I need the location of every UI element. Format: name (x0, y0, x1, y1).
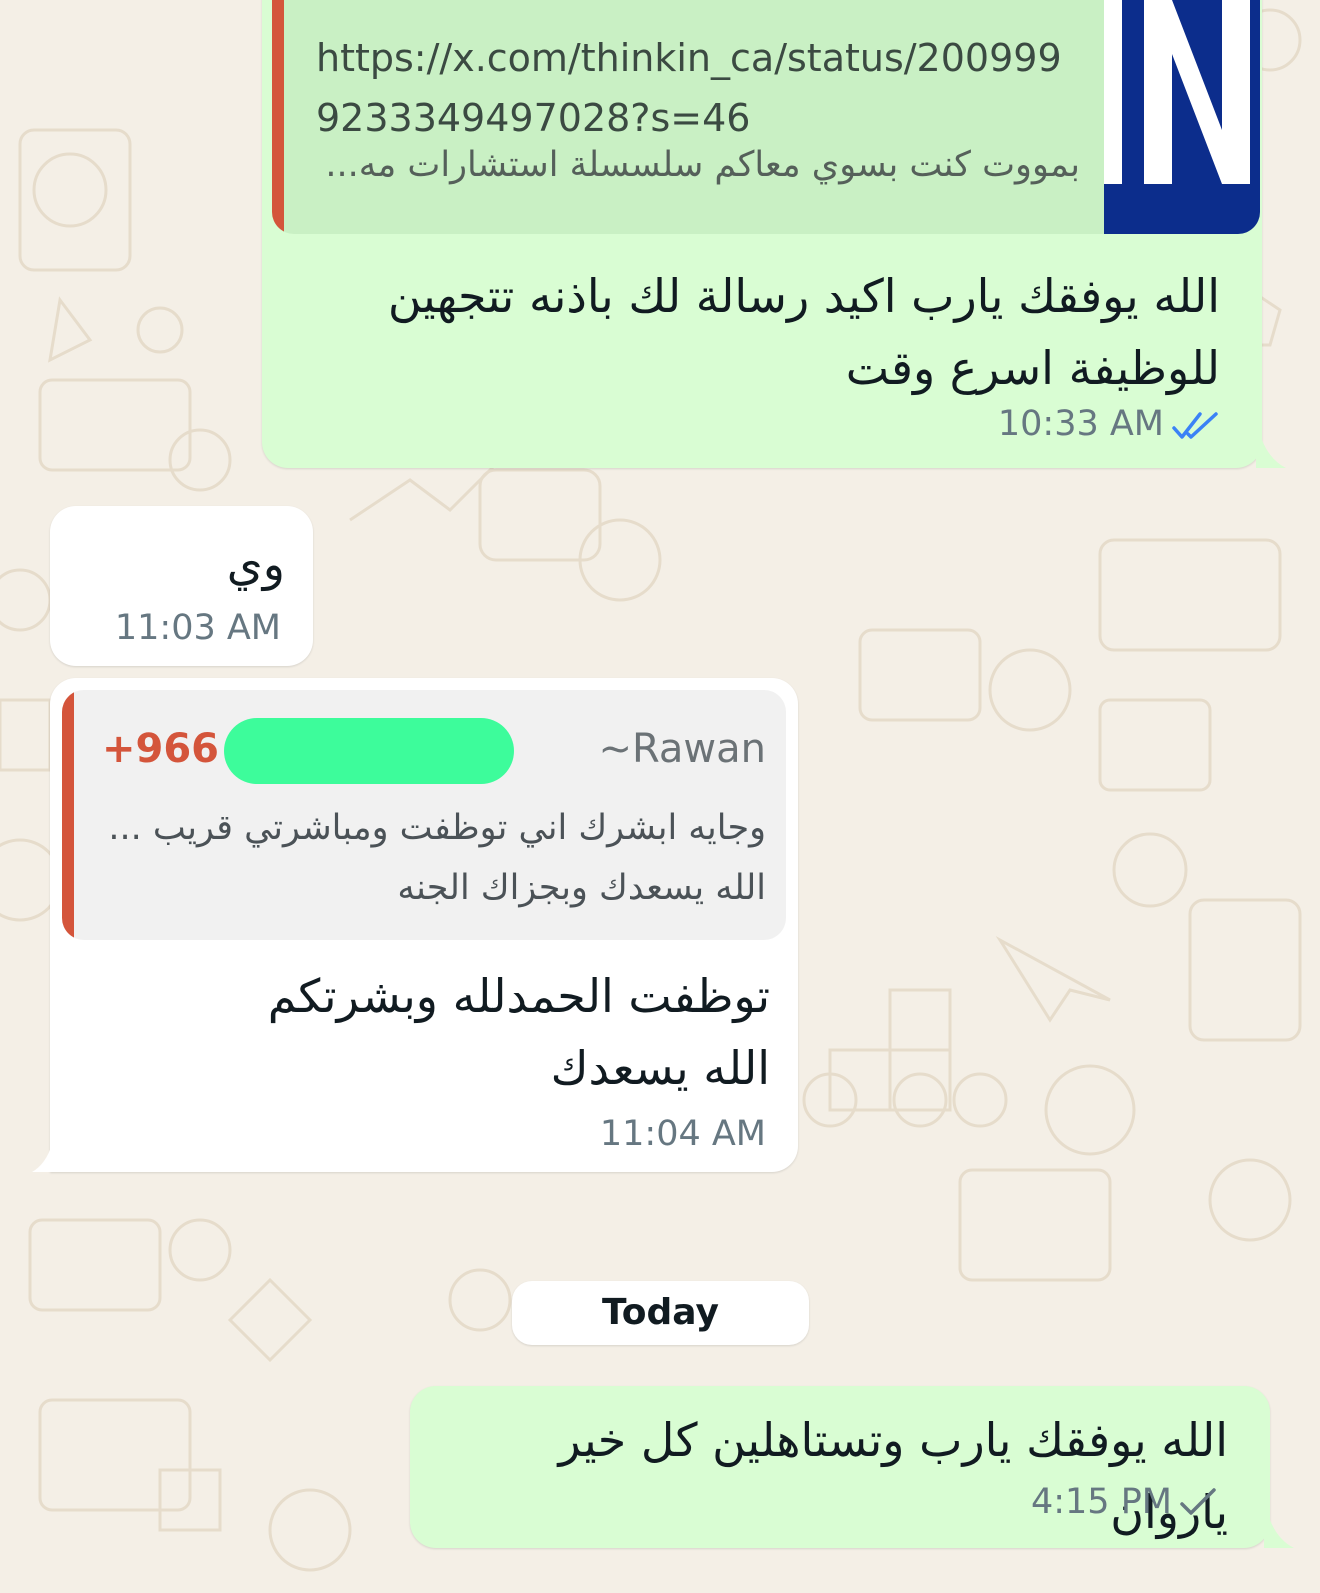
single-check-icon (1180, 1488, 1216, 1515)
link-preview-description: بمووت كنت بسوي معاكم سلسسلة استشارات مه.… (325, 145, 1080, 185)
quoted-message[interactable]: +966 5 ~Rawan وجايه ابشرك اني توظفت ومبا… (62, 690, 786, 940)
bubble-tail-outgoing (1264, 1520, 1294, 1548)
message-time: 11:04 AM (599, 1114, 766, 1154)
outgoing-message[interactable]: الله يوفقك يارب وتستاهلين كل خير ياروان … (410, 1386, 1270, 1548)
message-time: 11:03 AM (114, 608, 281, 648)
quote-accent-bar (62, 690, 74, 940)
day-separator: Today (512, 1281, 809, 1345)
quote-text-line-1: وجايه ابشرك اني توظفت ومباشرتي قريب ... (108, 808, 766, 848)
link-preview-card[interactable]: https://x.com/thinkin_ca/status/20099992… (272, 0, 1260, 234)
redaction-mark (224, 718, 514, 784)
quote-sender-name: ~Rawan (598, 726, 766, 772)
quote-text-line-2: الله يسعدك وبجزاك الجنه (397, 868, 766, 908)
message-text: الله يوفقك يارب اكيد رسالة لك باذنه تتجه… (387, 269, 1220, 395)
link-preview-thumbnail[interactable] (1104, 0, 1260, 234)
link-preview-url[interactable]: https://x.com/thinkin_ca/status/20099992… (316, 28, 1076, 148)
message-text: توظفت الحمدلله وبشرتكم الله يسعدك (267, 969, 770, 1095)
quote-text: وجايه ابشرك اني توظفت ومباشرتي قريب ... … (106, 798, 766, 918)
message-text: الله يوفقك يارب وتستاهلين كل خير ياروان (558, 1413, 1229, 1539)
message-time: 4:15 PM (1030, 1482, 1172, 1522)
thumbnail-logo-image (1104, 0, 1250, 184)
bubble-tail-outgoing (1256, 440, 1286, 468)
bubble-tail-incoming (32, 1144, 56, 1172)
outgoing-message-link[interactable]: https://x.com/thinkin_ca/status/20099992… (262, 0, 1262, 468)
link-preview-accent-bar (272, 0, 284, 234)
incoming-reply-message[interactable]: +966 5 ~Rawan وجايه ابشرك اني توظفت ومبا… (50, 678, 798, 1172)
message-text: وي (226, 537, 285, 591)
double-check-read-icon (1172, 412, 1218, 439)
incoming-message[interactable]: وي 11:03 AM (50, 506, 313, 666)
message-time: 10:33 AM (997, 404, 1164, 444)
